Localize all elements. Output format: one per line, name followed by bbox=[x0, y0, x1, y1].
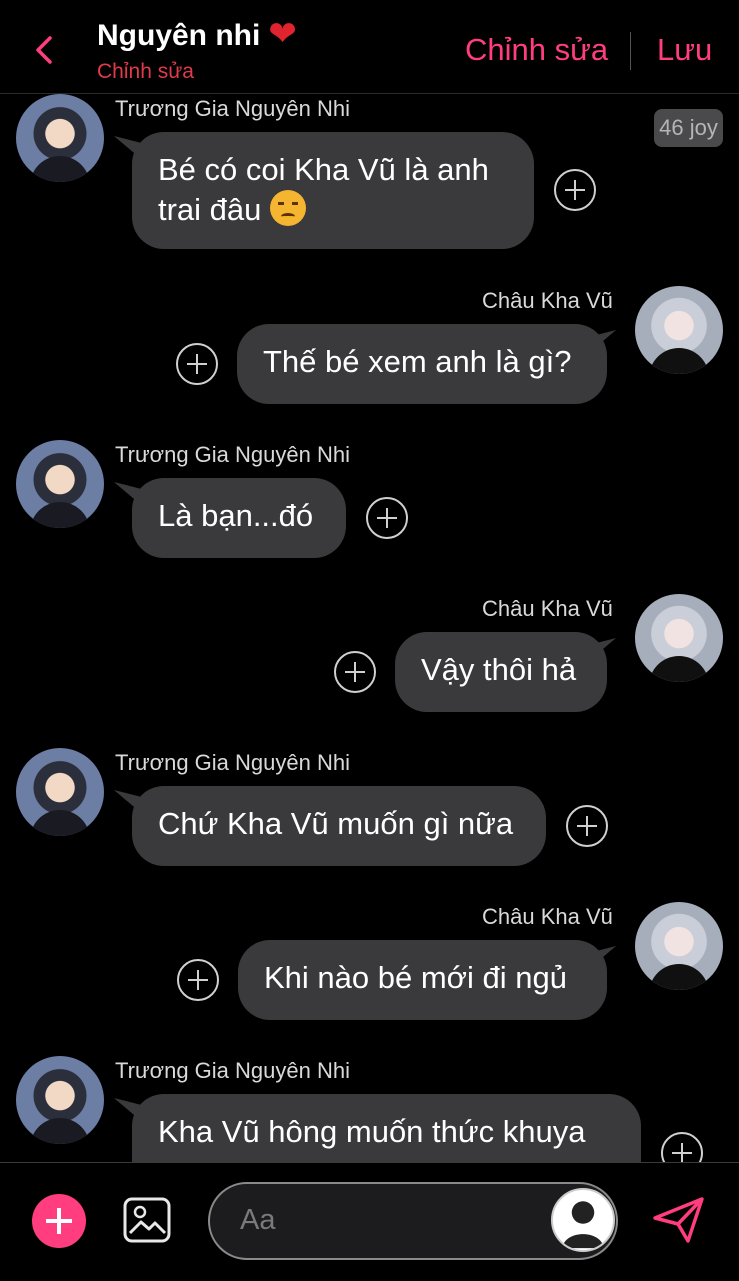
plus-circle-icon[interactable] bbox=[661, 1132, 703, 1162]
angry-face-icon bbox=[270, 190, 307, 226]
page-title: Nguyên nhi ❤ bbox=[97, 14, 297, 54]
sender-name: Châu Kha Vũ bbox=[482, 904, 613, 929]
message-list[interactable]: 46 joy Trương Gia Nguyên Nhi Bé có coi K… bbox=[0, 94, 739, 1162]
message-bubble[interactable]: Vậy thôi hả bbox=[395, 632, 607, 712]
user-silhouette bbox=[562, 1201, 604, 1249]
message-text: Bé có coi Kha Vũ là anh trai đâu bbox=[158, 152, 489, 227]
chevron-left-icon[interactable] bbox=[30, 32, 58, 68]
plus-circle-icon[interactable] bbox=[334, 651, 376, 693]
image-icon[interactable] bbox=[123, 1197, 171, 1243]
send-icon[interactable] bbox=[652, 1196, 706, 1244]
user-icon[interactable] bbox=[551, 1188, 615, 1252]
avatar[interactable] bbox=[16, 1056, 104, 1144]
avatar[interactable] bbox=[635, 594, 723, 682]
message-bubble[interactable]: Bé có coi Kha Vũ là anh trai đâu bbox=[132, 132, 534, 249]
message-bubble[interactable]: Chứ Kha Vũ muốn gì nữa bbox=[132, 786, 546, 866]
message-bubble[interactable]: Thế bé xem anh là gì? bbox=[237, 324, 607, 404]
plus-circle-icon[interactable] bbox=[176, 343, 218, 385]
heart-icon: ❤ bbox=[268, 15, 297, 53]
sender-name: Châu Kha Vũ bbox=[482, 288, 613, 313]
sender-name: Trương Gia Nguyên Nhi bbox=[115, 750, 350, 775]
joy-badge: 46 joy bbox=[654, 109, 723, 147]
header-divider bbox=[630, 32, 631, 70]
avatar[interactable] bbox=[635, 286, 723, 374]
subtitle-edit-link[interactable]: Chỉnh sửa bbox=[97, 60, 194, 84]
edit-button[interactable]: Chỉnh sửa bbox=[465, 32, 608, 68]
sender-name: Trương Gia Nguyên Nhi bbox=[115, 1058, 350, 1083]
sender-name: Trương Gia Nguyên Nhi bbox=[115, 96, 350, 121]
plus-circle-icon[interactable] bbox=[177, 959, 219, 1001]
title-text: Nguyên nhi bbox=[97, 19, 261, 52]
chat-header: Nguyên nhi ❤ Chỉnh sửa Chỉnh sửa Lưu bbox=[0, 0, 739, 94]
sender-name: Trương Gia Nguyên Nhi bbox=[115, 442, 350, 467]
add-button[interactable] bbox=[32, 1194, 86, 1248]
avatar[interactable] bbox=[16, 94, 104, 182]
plus-circle-icon[interactable] bbox=[366, 497, 408, 539]
message-bubble[interactable]: Khi nào bé mới đi ngủ bbox=[238, 940, 607, 1020]
message-bubble[interactable]: Kha Vũ hông muốn thức khuya bbox=[132, 1094, 641, 1162]
avatar[interactable] bbox=[16, 748, 104, 836]
plus-circle-icon[interactable] bbox=[566, 805, 608, 847]
plus-circle-icon[interactable] bbox=[554, 169, 596, 211]
avatar[interactable] bbox=[16, 440, 104, 528]
message-bubble[interactable]: Là bạn...đó bbox=[132, 478, 346, 558]
avatar[interactable] bbox=[635, 902, 723, 990]
message-placeholder: Aa bbox=[240, 1204, 276, 1236]
save-button[interactable]: Lưu bbox=[657, 32, 712, 68]
sender-name: Châu Kha Vũ bbox=[482, 596, 613, 621]
